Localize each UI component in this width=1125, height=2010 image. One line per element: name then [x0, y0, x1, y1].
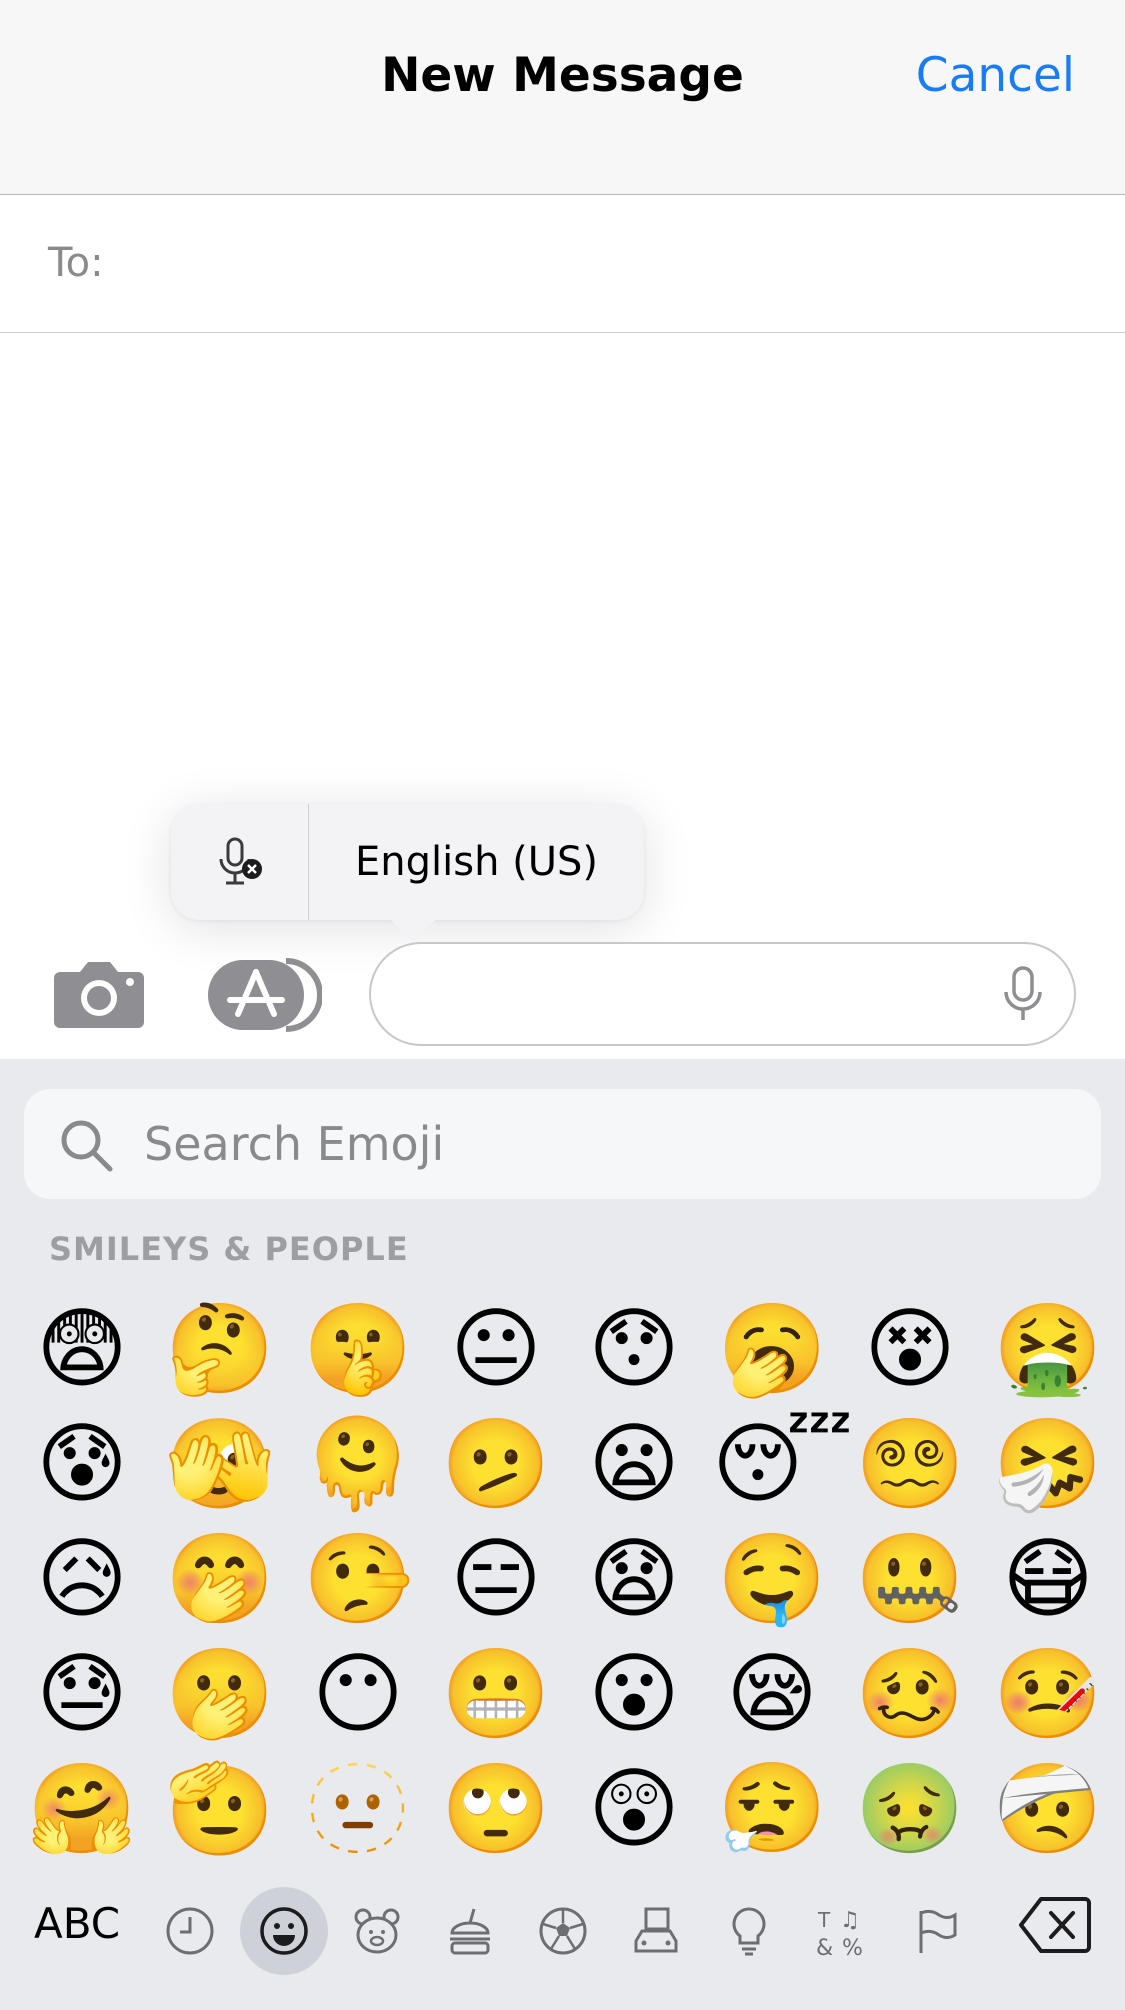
- dictation-off-button[interactable]: [171, 804, 309, 920]
- delete-icon: [1019, 1897, 1091, 1953]
- emoji-key[interactable]: 🙄: [436, 1751, 556, 1866]
- abc-keyboard-button[interactable]: ABC: [34, 1899, 120, 1948]
- emoji-search-bar[interactable]: [24, 1089, 1101, 1199]
- popover-arrow: [387, 916, 439, 942]
- car-building-icon: [634, 1907, 678, 1953]
- to-label: To:: [48, 240, 104, 286]
- category-animals[interactable]: [333, 1887, 421, 1975]
- emoji-key[interactable]: 😐: [436, 1291, 556, 1406]
- dictation-popover: English (US): [171, 804, 644, 920]
- soccer-ball-icon: [539, 1907, 587, 1955]
- category-symbols[interactable]: T ♫ & %: [798, 1887, 886, 1975]
- recipient-input[interactable]: [140, 226, 1040, 301]
- svg-text:T: T: [817, 1908, 831, 1932]
- emoji-key[interactable]: 🤥: [298, 1521, 418, 1636]
- app-store-button[interactable]: [208, 958, 323, 1032]
- emoji-key[interactable]: 😪: [712, 1636, 832, 1751]
- dictation-language-button[interactable]: English (US): [309, 804, 644, 920]
- emoji-key[interactable]: 😴: [712, 1406, 853, 1521]
- dictation-button[interactable]: [1003, 966, 1043, 1022]
- emoji-key[interactable]: 🫤: [436, 1406, 556, 1521]
- emoji-key[interactable]: 🤒: [988, 1636, 1108, 1751]
- emoji-key[interactable]: 😷: [988, 1521, 1108, 1636]
- emoji-key[interactable]: 😮: [574, 1636, 694, 1751]
- emoji-key[interactable]: 🤫: [298, 1291, 418, 1406]
- emoji-key[interactable]: 🤕: [988, 1751, 1108, 1866]
- category-flags[interactable]: [891, 1887, 979, 1975]
- flag-icon: [919, 1909, 957, 1953]
- emoji-key[interactable]: 🤢: [850, 1751, 970, 1866]
- svg-text:%: %: [842, 1936, 863, 1959]
- cancel-button[interactable]: Cancel: [916, 48, 1075, 103]
- emoji-key[interactable]: 😮‍💨: [712, 1751, 832, 1866]
- emoji-key[interactable]: 🥱: [712, 1291, 832, 1406]
- emoji-key[interactable]: 🤐: [850, 1521, 970, 1636]
- emoji-key[interactable]: 😑: [436, 1521, 556, 1636]
- lightbulb-icon: [732, 1907, 766, 1956]
- emoji-row: 😓 🫢 😶 😬 😮 😪 🥴 🤒: [22, 1636, 1122, 1751]
- emoji-category-bar: ABC T ♫ & %: [0, 1881, 1125, 1986]
- recipient-row: To:: [0, 196, 1125, 333]
- emoji-key[interactable]: 😰: [22, 1406, 142, 1521]
- emoji-key[interactable]: 😥: [22, 1521, 142, 1636]
- emoji-key[interactable]: 😓: [22, 1636, 142, 1751]
- bear-icon: [354, 1908, 400, 1954]
- emoji-section-title: SMILEYS & PEOPLE: [49, 1230, 409, 1268]
- emoji-key[interactable]: 🤤: [712, 1521, 832, 1636]
- emoji-keyboard: SMILEYS & PEOPLE 😨🤔🤫😐😯🥱😵🤮😰🫣🫠🫤😦😴😵‍💫🤧😥🤭🤥😑😧…: [0, 1059, 1125, 2010]
- clock-icon: [166, 1907, 214, 1955]
- emoji-key[interactable]: 🤮: [988, 1291, 1108, 1406]
- emoji-key[interactable]: 😨: [22, 1291, 142, 1406]
- emoji-key[interactable]: 😦: [574, 1406, 694, 1521]
- microphone-off-icon: [219, 837, 262, 885]
- svg-text:♫: ♫: [840, 1908, 860, 1933]
- emoji-key[interactable]: 🫣: [160, 1406, 280, 1521]
- microphone-icon: [1004, 966, 1042, 1020]
- delete-button[interactable]: [1019, 1895, 1091, 1955]
- search-icon: [61, 1120, 113, 1172]
- emoji-key[interactable]: 😬: [436, 1636, 556, 1751]
- category-activity[interactable]: [519, 1887, 607, 1975]
- burger-icon: [450, 1908, 490, 1955]
- emoji-search-input[interactable]: [144, 1089, 1044, 1199]
- emoji-key[interactable]: 😯: [574, 1291, 694, 1406]
- emoji-key[interactable]: 😶: [298, 1636, 418, 1751]
- emoji-key[interactable]: 😧: [574, 1521, 694, 1636]
- symbols-icon: T ♫ & %: [816, 1908, 863, 1959]
- emoji-key[interactable]: 😵‍💫: [850, 1406, 970, 1521]
- emoji-key[interactable]: 🤗: [22, 1751, 142, 1866]
- emoji-key[interactable]: 🤔: [160, 1291, 280, 1406]
- emoji-row: 😥 🤭 🤥 😑 😧 🤤 🤐 😷: [22, 1521, 1122, 1636]
- navigation-bar: New Message Cancel: [0, 0, 1125, 195]
- category-smileys[interactable]: [240, 1887, 328, 1975]
- svg-text:&: &: [816, 1936, 833, 1959]
- emoji-key[interactable]: 🫠: [298, 1406, 418, 1521]
- emoji-key[interactable]: 😵: [850, 1291, 970, 1406]
- category-recent[interactable]: [146, 1887, 234, 1975]
- smiley-icon: [260, 1907, 308, 1955]
- camera-button[interactable]: [52, 958, 146, 1030]
- emoji-key[interactable]: 😲: [574, 1751, 694, 1866]
- category-food[interactable]: [426, 1887, 514, 1975]
- emoji-row: 😨 🤔 🤫 😐 😯 🥱 😵 🤮: [22, 1291, 1122, 1406]
- emoji-key[interactable]: 🤭: [160, 1521, 280, 1636]
- emoji-row: 🤗 🫡 🫥 🙄 😲 😮‍💨 🤢 🤕: [22, 1751, 1122, 1866]
- app-store-icon: [208, 958, 323, 1032]
- emoji-key[interactable]: 🫢: [160, 1636, 280, 1751]
- category-travel[interactable]: [612, 1887, 700, 1975]
- message-input[interactable]: [369, 942, 1076, 1046]
- category-objects[interactable]: [705, 1887, 793, 1975]
- emoji-row: 😰 🫣 🫠 🫤 😦 😴 😵‍💫 🤧: [22, 1406, 1122, 1521]
- emoji-key[interactable]: 🫡: [160, 1751, 280, 1866]
- camera-icon: [54, 962, 144, 1028]
- emoji-key[interactable]: 🥴: [850, 1636, 970, 1751]
- emoji-key[interactable]: 🫥: [298, 1751, 418, 1866]
- emoji-key[interactable]: 🤧: [988, 1406, 1108, 1521]
